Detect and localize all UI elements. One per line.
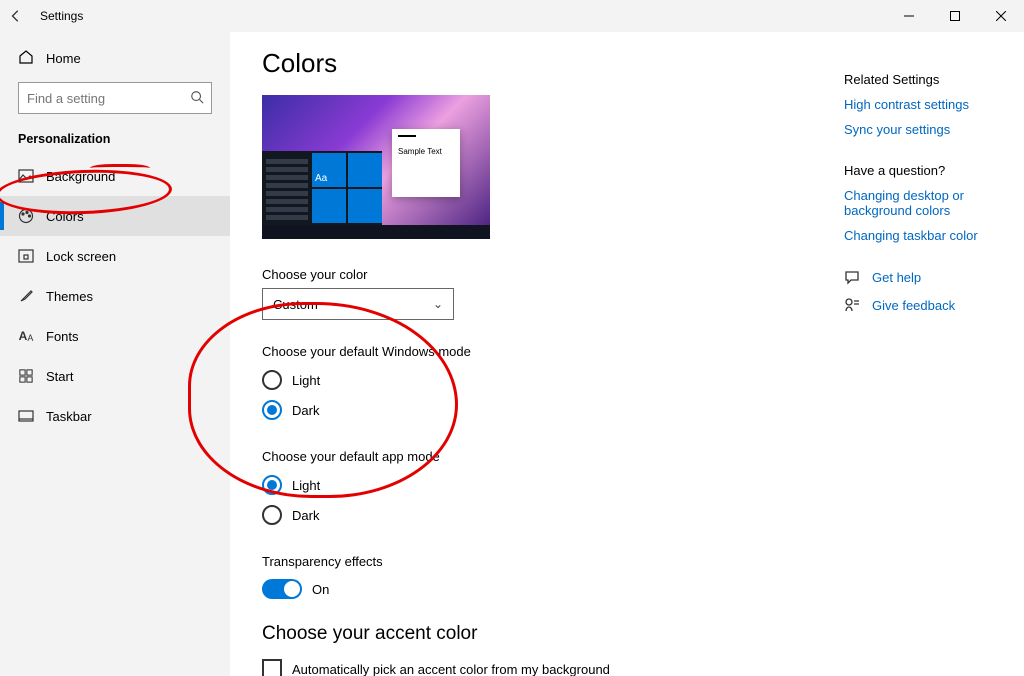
- help-label: Get help: [872, 270, 921, 285]
- back-button[interactable]: [0, 0, 32, 32]
- sidebar: Home Personalization Background Colors L…: [0, 32, 230, 676]
- windows-mode-label: Choose your default Windows mode: [262, 344, 812, 359]
- titlebar: Settings: [0, 0, 1024, 32]
- close-button[interactable]: [978, 0, 1024, 32]
- radio-label: Dark: [292, 508, 319, 523]
- windows-mode-dark[interactable]: Dark: [262, 395, 812, 425]
- give-feedback-link[interactable]: Give feedback: [844, 297, 1012, 313]
- maximize-button[interactable]: [932, 0, 978, 32]
- transparency-toggle[interactable]: [262, 579, 302, 599]
- preview-sample-text: Sample Text: [398, 147, 442, 156]
- page-title: Colors: [262, 48, 812, 79]
- home-icon: [18, 49, 34, 68]
- checkbox-label: Automatically pick an accent color from …: [292, 662, 610, 676]
- preview-tile: Aa: [312, 153, 346, 187]
- nav-fonts[interactable]: AA Fonts: [0, 316, 230, 356]
- nav-label: Lock screen: [46, 249, 116, 264]
- nav-label: Fonts: [46, 329, 79, 344]
- nav-background[interactable]: Background: [0, 156, 230, 196]
- font-icon: AA: [18, 328, 34, 344]
- category-label: Personalization: [0, 126, 230, 156]
- radio-icon: [262, 370, 282, 390]
- minimize-button[interactable]: [886, 0, 932, 32]
- link-sync-settings[interactable]: Sync your settings: [844, 122, 1012, 137]
- palette-icon: [18, 208, 34, 224]
- picture-icon: [18, 168, 34, 184]
- start-icon: [18, 368, 34, 384]
- choose-color-label: Choose your color: [262, 267, 812, 282]
- color-preview: Aa Sample Text: [262, 95, 490, 239]
- windows-mode-light[interactable]: Light: [262, 365, 812, 395]
- checkbox-icon: [262, 659, 282, 676]
- lock-icon: [18, 248, 34, 264]
- nav-taskbar[interactable]: Taskbar: [0, 396, 230, 436]
- radio-icon: [262, 475, 282, 495]
- question-heading: Have a question?: [844, 163, 1012, 178]
- radio-icon: [262, 400, 282, 420]
- taskbar-icon: [18, 408, 34, 424]
- radio-icon: [262, 505, 282, 525]
- link-changing-colors[interactable]: Changing desktop or background colors: [844, 188, 1012, 218]
- search-input[interactable]: [18, 82, 212, 114]
- nav-start[interactable]: Start: [0, 356, 230, 396]
- app-title: Settings: [40, 9, 83, 23]
- home-label: Home: [46, 51, 81, 66]
- nav-colors[interactable]: Colors: [0, 196, 230, 236]
- nav-label: Background: [46, 169, 115, 184]
- app-mode-light[interactable]: Light: [262, 470, 812, 500]
- transparency-label: Transparency effects: [262, 554, 812, 569]
- app-mode-dark[interactable]: Dark: [262, 500, 812, 530]
- home-button[interactable]: Home: [0, 38, 230, 78]
- search-icon: [190, 90, 204, 107]
- radio-label: Dark: [292, 403, 319, 418]
- select-value: Custom: [273, 297, 318, 312]
- radio-label: Light: [292, 478, 320, 493]
- related-heading: Related Settings: [844, 72, 1012, 87]
- content: Colors Aa Sample Text: [230, 32, 844, 676]
- radio-label: Light: [292, 373, 320, 388]
- nav-themes[interactable]: Themes: [0, 276, 230, 316]
- link-changing-taskbar[interactable]: Changing taskbar color: [844, 228, 1012, 243]
- nav-label: Themes: [46, 289, 93, 304]
- toggle-state: On: [312, 582, 329, 597]
- choose-color-select[interactable]: Custom ⌄: [262, 288, 454, 320]
- nav-label: Taskbar: [46, 409, 92, 424]
- link-high-contrast[interactable]: High contrast settings: [844, 97, 1012, 112]
- accent-heading: Choose your accent color: [262, 623, 812, 645]
- right-column: Related Settings High contrast settings …: [844, 32, 1024, 676]
- chevron-down-icon: ⌄: [433, 297, 443, 311]
- nav-label: Start: [46, 369, 73, 384]
- brush-icon: [18, 288, 34, 304]
- app-mode-label: Choose your default app mode: [262, 449, 812, 464]
- chat-icon: [844, 269, 860, 285]
- nav-label: Colors: [46, 209, 84, 224]
- get-help-link[interactable]: Get help: [844, 269, 1012, 285]
- nav-lockscreen[interactable]: Lock screen: [0, 236, 230, 276]
- feedback-icon: [844, 297, 860, 313]
- accent-auto-checkbox[interactable]: Automatically pick an accent color from …: [262, 659, 812, 676]
- feedback-label: Give feedback: [872, 298, 955, 313]
